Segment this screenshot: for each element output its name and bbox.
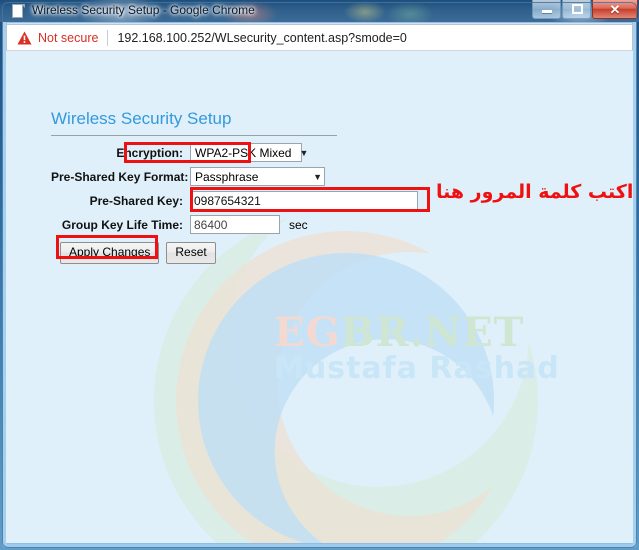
group-key-life-time-label: Group Key Life Time:	[61, 217, 183, 232]
encryption-value: WPA2-PSK Mixed	[195, 145, 292, 160]
encryption-select[interactable]: WPA2-PSK Mixed ▼	[190, 143, 308, 162]
close-button[interactable]: ✕	[592, 0, 638, 19]
group-key-life-time-unit: sec	[289, 217, 308, 232]
window-controls: ✕	[531, 0, 638, 19]
psk-input[interactable]: 0987654321	[190, 191, 418, 210]
arabic-annotation: اكتب كلمة المرور هنا	[436, 181, 633, 203]
watermark-author: Mustafa Rashad	[274, 351, 560, 386]
psk-format-select[interactable]: Passphrase ▼	[190, 167, 325, 186]
group-key-life-time-input[interactable]: 86400	[190, 215, 280, 234]
encryption-label: Encryption:	[116, 145, 183, 160]
reset-button[interactable]: Reset	[166, 242, 216, 264]
watermark-brand: EGBR.NET	[274, 309, 524, 356]
close-icon: ✕	[609, 2, 621, 17]
maximize-icon	[572, 4, 583, 14]
address-bar[interactable]: Not secure 192.168.100.252/WLsecurity_co…	[6, 24, 633, 51]
psk-format-label: Pre-Shared Key Format:	[51, 169, 189, 184]
not-secure-label: Not secure	[38, 30, 99, 45]
apply-changes-button[interactable]: Apply Changes	[60, 242, 160, 264]
url-text[interactable]: 192.168.100.252/WLsecurity_content.asp?s…	[117, 31, 406, 45]
watermark-brand-b: BR.NET	[340, 309, 525, 356]
page-viewport: EGBR.NET Mustafa Rashad Wireless Securit…	[6, 51, 633, 543]
page-title: Wireless Security Setup	[51, 109, 232, 128]
chevron-down-icon: ▼	[299, 147, 309, 158]
wireless-security-form: Encryption: WPA2-PSK Mixed ▼ Pre-Shared …	[51, 141, 418, 264]
chevron-down-icon: ▼	[313, 171, 322, 182]
browser-window: Wireless Security Setup - Google Chrome …	[0, 0, 639, 550]
address-divider	[107, 29, 109, 46]
window-titlebar[interactable]: Wireless Security Setup - Google Chrome …	[0, 0, 639, 22]
row-encryption: Encryption: WPA2-PSK Mixed ▼	[51, 141, 418, 164]
page-icon	[12, 4, 25, 19]
form-button-row: Apply Changes Reset	[60, 242, 418, 264]
psk-format-value: Passphrase	[195, 169, 259, 184]
row-psk: Pre-Shared Key: 0987654321	[51, 189, 418, 212]
psk-label: Pre-Shared Key:	[89, 193, 183, 208]
title-divider	[51, 135, 337, 136]
maximize-button[interactable]	[562, 0, 591, 19]
row-group-key-life-time: Group Key Life Time: 86400 sec	[51, 213, 418, 236]
row-psk-format: Pre-Shared Key Format: Passphrase ▼	[51, 165, 418, 188]
minimize-icon	[542, 10, 552, 13]
minimize-button[interactable]	[532, 0, 561, 19]
window-title: Wireless Security Setup - Google Chrome	[32, 3, 255, 17]
warning-triangle-icon	[17, 31, 32, 45]
watermark-brand-a: EG	[274, 309, 341, 356]
